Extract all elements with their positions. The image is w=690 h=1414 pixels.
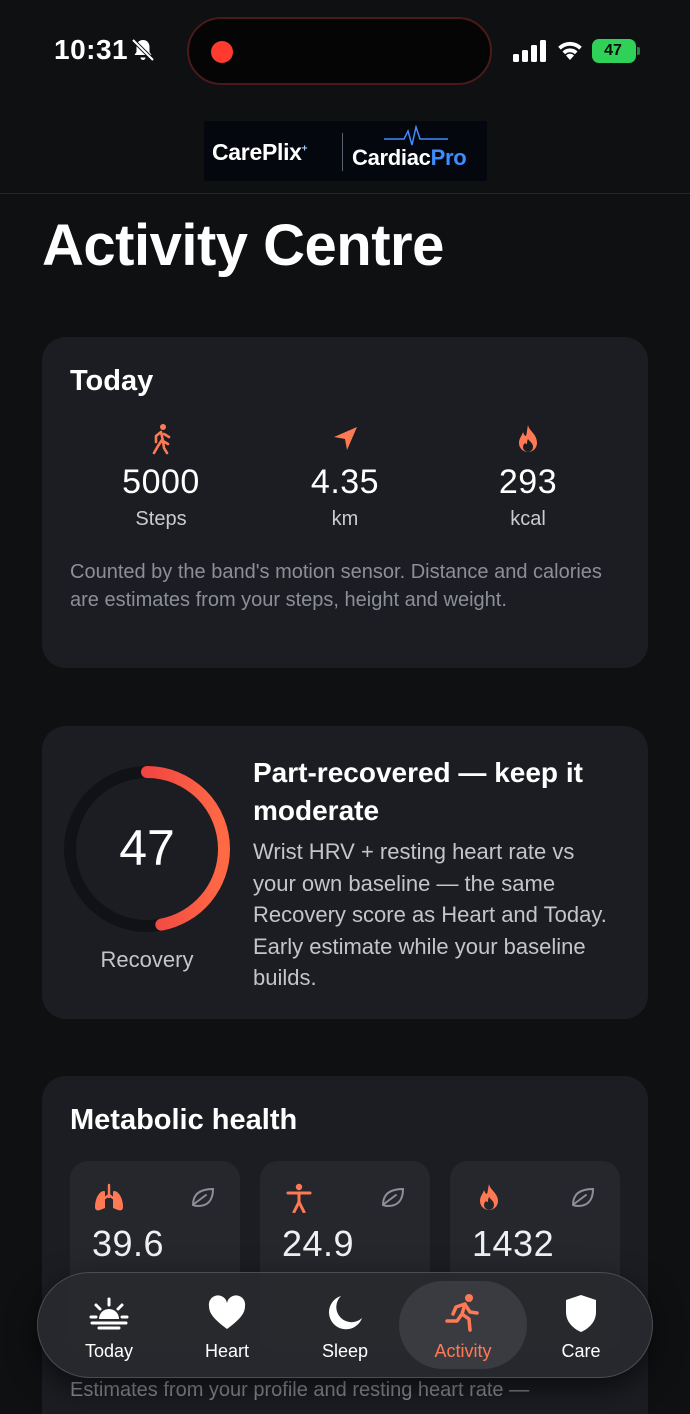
tab-sleep-label: Sleep	[321, 1341, 369, 1361]
flame-icon	[519, 425, 537, 452]
logo-careplix: CarePlix+	[212, 139, 307, 166]
walking-icon	[152, 424, 171, 455]
distance-value: 4.35	[310, 463, 380, 501]
metabolic-value-body: 24.9	[282, 1223, 355, 1264]
app-logo: CarePlix+ CardiacPro	[204, 121, 487, 181]
sunrise-icon	[89, 1297, 129, 1330]
dynamic-island	[187, 17, 492, 85]
battery-cap	[637, 47, 640, 55]
metabolic-value-energy: 1432	[472, 1223, 555, 1264]
metabolic-value-lungs: 39.6	[92, 1223, 165, 1264]
recovery-score: 47	[119, 820, 175, 876]
logo-divider	[342, 133, 343, 171]
calories-value: 293	[498, 463, 558, 501]
logo-cardiacpro: CardiacPro	[352, 145, 467, 171]
page-title: Activity Centre	[42, 213, 444, 278]
metabolic-note: Estimates from your profile and resting …	[70, 1379, 530, 1401]
navigation-arrow-icon	[334, 427, 357, 450]
status-time: 10:31	[54, 34, 129, 65]
logo-pro-text: Pro	[430, 145, 467, 170]
tab-heart[interactable]: Heart	[168, 1281, 286, 1369]
body-figure-icon	[286, 1183, 312, 1213]
flame-icon	[480, 1184, 498, 1210]
cellular-signal-icon	[513, 40, 546, 62]
lungs-icon	[95, 1183, 123, 1211]
heart-icon	[208, 1295, 246, 1329]
leaf-icon	[571, 1187, 595, 1208]
moon-icon	[329, 1296, 362, 1330]
status-bar: 10:31 47	[0, 0, 690, 100]
tab-today-label: Today	[84, 1341, 134, 1361]
steps-unit: Steps	[135, 508, 187, 530]
recovery-ring: 47	[62, 764, 232, 934]
recovery-card[interactable]: 47 Recovery Part-recovered — keep it mod…	[42, 726, 648, 1019]
recovery-title: Part-recovered — keep it moderate	[253, 757, 583, 826]
leaf-icon	[381, 1187, 405, 1208]
logo-careplix-text: CarePlix	[212, 139, 302, 165]
recovery-label: Recovery	[100, 947, 194, 972]
steps-stat: 5000 Steps	[61, 423, 261, 531]
calories-stat: 293 kcal	[428, 423, 628, 531]
shield-icon	[566, 1295, 596, 1332]
tab-activity[interactable]: Activity	[399, 1281, 527, 1369]
leaf-icon	[191, 1187, 215, 1208]
distance-unit: km	[331, 508, 359, 530]
tab-bar: Today Heart Sleep Activity Care	[37, 1272, 653, 1378]
running-icon	[445, 1294, 479, 1332]
logo-cardiac-text: Cardiac	[352, 145, 431, 170]
tab-care[interactable]: Care	[522, 1281, 640, 1369]
tab-sleep[interactable]: Sleep	[286, 1281, 404, 1369]
wifi-icon	[558, 41, 582, 60]
today-note: Counted by the band's motion sensor. Dis…	[70, 561, 602, 611]
heartbeat-line-icon	[384, 125, 448, 146]
battery-icon: 47	[592, 39, 636, 63]
today-card[interactable]: Today 5000 Steps 4.35 km 293 kcal Counte…	[42, 337, 648, 668]
tab-heart-label: Heart	[204, 1341, 249, 1361]
metabolic-title: Metabolic health	[70, 1104, 298, 1136]
header-divider	[0, 193, 690, 194]
bell-slash-icon	[131, 38, 155, 62]
recording-dot-icon	[211, 41, 233, 63]
logo-careplix-mark: +	[301, 143, 308, 155]
tab-activity-label: Activity	[434, 1341, 492, 1361]
tab-today[interactable]: Today	[50, 1281, 168, 1369]
calories-unit: kcal	[510, 508, 546, 530]
steps-value: 5000	[122, 463, 200, 501]
recovery-description: Wrist HRV + resting heart rate vs your o…	[253, 839, 607, 990]
tab-care-label: Care	[561, 1341, 601, 1361]
distance-stat: 4.35 km	[245, 423, 445, 531]
today-title: Today	[70, 365, 154, 397]
